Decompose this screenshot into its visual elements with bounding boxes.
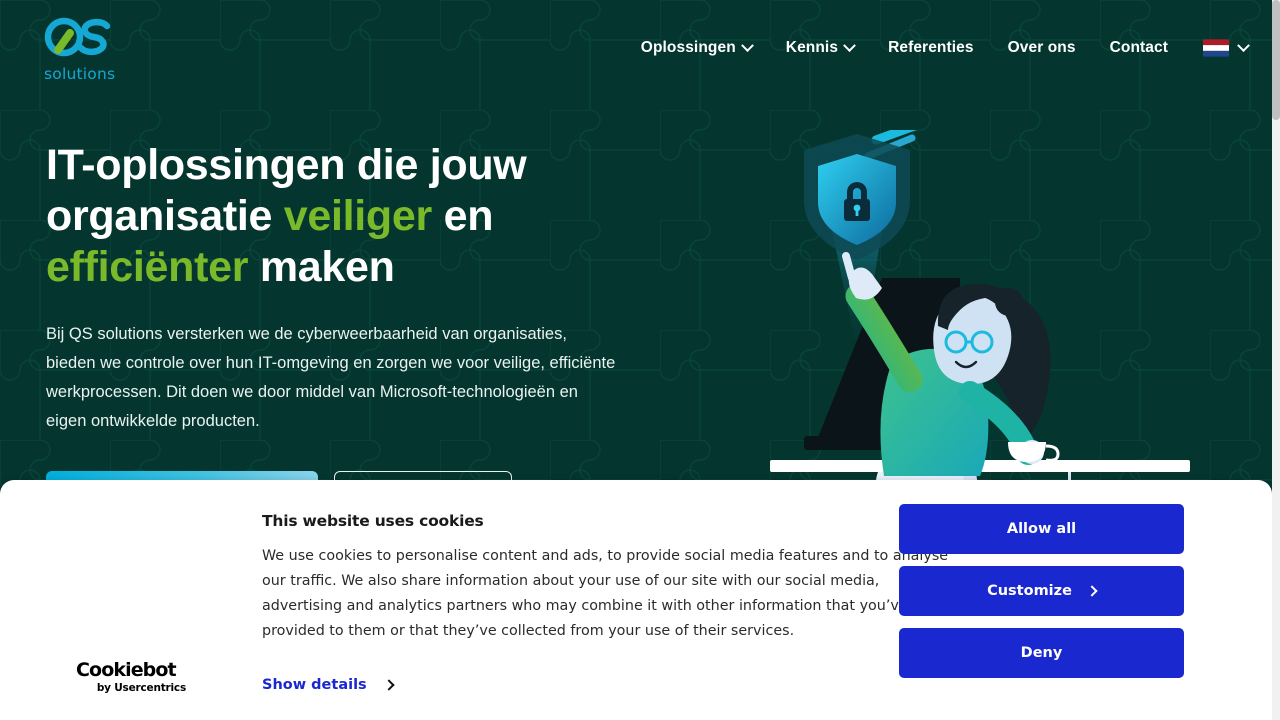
show-details-label: Show details bbox=[262, 677, 367, 693]
show-details-link[interactable]: Show details bbox=[262, 677, 395, 693]
chevron-down-icon bbox=[1237, 38, 1250, 52]
cookie-actions: Allow all Customize Deny bbox=[899, 504, 1184, 678]
site-header: solutions Oplossingen Kennis Referenties… bbox=[0, 0, 1280, 96]
cookiebot-logo: Cookiebot by Usercentrics bbox=[76, 659, 186, 695]
nav-item-kennis[interactable]: Kennis bbox=[769, 38, 871, 57]
deny-button[interactable]: Deny bbox=[899, 628, 1184, 678]
nav-item-over-ons[interactable]: Over ons bbox=[991, 39, 1093, 57]
cookiebot-name: Cookiebot bbox=[76, 659, 177, 681]
flag-netherlands-icon bbox=[1203, 39, 1229, 57]
cookie-consent-banner: Cookiebot by Usercentrics This website u… bbox=[0, 480, 1272, 720]
chevron-right-icon bbox=[383, 679, 395, 691]
hero-title-accent-veiliger: veiliger bbox=[283, 192, 432, 240]
hero-copy: IT-oplossingen die jouw organisatie veil… bbox=[46, 140, 666, 523]
nav-item-contact[interactable]: Contact bbox=[1093, 39, 1185, 57]
hero-title-line2b: en bbox=[431, 192, 494, 240]
page-scrollbar-thumb[interactable] bbox=[1272, 0, 1280, 120]
hair-bun bbox=[995, 288, 1023, 316]
hero-title-accent-efficienter: efficiënter bbox=[46, 243, 249, 291]
nav-item-label: Referenties bbox=[888, 39, 974, 56]
chevron-down-icon bbox=[740, 38, 754, 52]
customize-button[interactable]: Customize bbox=[899, 566, 1184, 616]
hero-paragraph: Bij QS solutions versterken we de cyberw… bbox=[46, 325, 616, 430]
hero-title-line2a: organisatie bbox=[46, 192, 284, 240]
main-navigation: Oplossingen Kennis Referenties Over ons … bbox=[624, 0, 1260, 96]
hero-title-line3b: maken bbox=[248, 243, 395, 291]
customize-label: Customize bbox=[987, 583, 1072, 599]
chevron-down-icon bbox=[843, 38, 856, 52]
nav-item-label: Over ons bbox=[1007, 39, 1076, 56]
chevron-right-icon bbox=[1086, 585, 1098, 597]
cookiebot-subtitle: by Usercentrics bbox=[96, 682, 186, 694]
cookie-banner-title: This website uses cookies bbox=[262, 512, 484, 530]
nav-item-label: Contact bbox=[1109, 39, 1168, 56]
brand-logo-word: solutions bbox=[44, 65, 116, 83]
language-switcher[interactable] bbox=[1185, 38, 1260, 57]
brand-logo[interactable]: solutions bbox=[44, 14, 122, 84]
nav-item-referenties[interactable]: Referenties bbox=[871, 39, 991, 57]
page-scrollbar[interactable] bbox=[1272, 0, 1280, 720]
hero-title-line1: IT-oplossingen die jouw bbox=[46, 141, 527, 189]
nav-item-oplossingen[interactable]: Oplossingen bbox=[624, 38, 769, 57]
deny-label: Deny bbox=[1020, 645, 1063, 661]
cookie-banner-description: We use cookies to personalise content an… bbox=[262, 548, 949, 639]
nav-item-label: Oplossingen bbox=[640, 39, 736, 56]
allow-all-button[interactable]: Allow all bbox=[899, 504, 1184, 554]
nav-item-label: Kennis bbox=[785, 39, 839, 56]
allow-all-label: Allow all bbox=[1006, 521, 1077, 537]
qs-logo-icon bbox=[44, 17, 111, 57]
page-title: IT-oplossingen die jouw organisatie veil… bbox=[46, 140, 666, 293]
cookie-text-column: This website uses cookies We use cookies… bbox=[262, 512, 952, 644]
